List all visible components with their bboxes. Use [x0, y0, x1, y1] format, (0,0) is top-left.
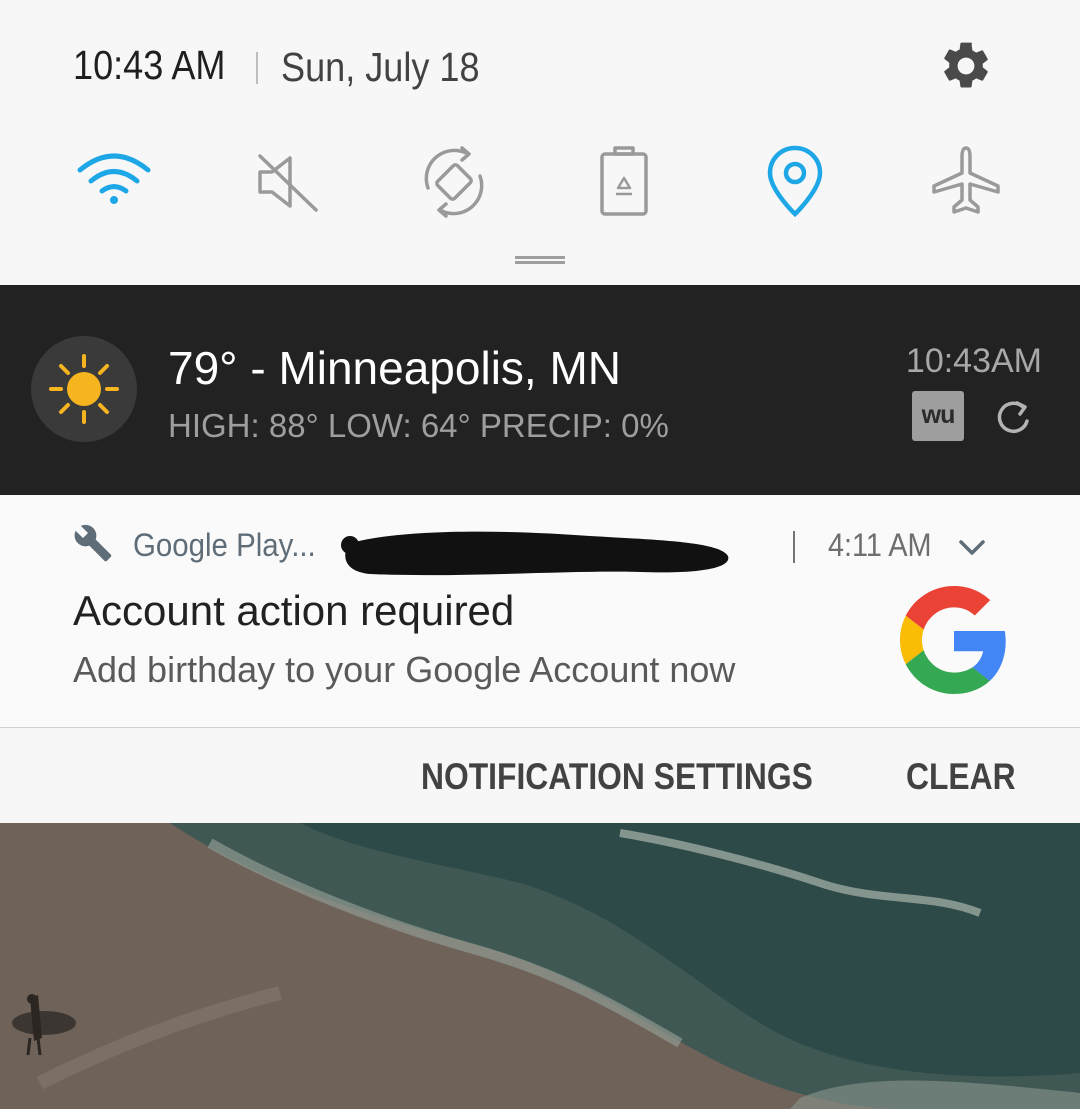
location-icon [767, 145, 823, 218]
weather-widget[interactable]: 79° - Minneapolis, MN HIGH: 88° LOW: 64°… [0, 285, 1080, 495]
battery-saver-icon [600, 146, 648, 216]
redaction-mark [341, 531, 729, 576]
quick-settings-panel: 10:43 AM Sun, July 18 [0, 0, 1080, 285]
status-date: Sun, July 18 [281, 44, 480, 90]
provider-logo-text: wu [921, 401, 956, 429]
notification-settings-button[interactable]: NOTIFICATION SETTINGS [421, 756, 813, 798]
weather-underground-logo: wu [912, 391, 964, 441]
sun-icon [49, 354, 119, 424]
weather-icon-badge [31, 336, 137, 442]
wifi-toggle[interactable] [72, 140, 156, 224]
notification-time: 4:11 AM [828, 527, 932, 563]
google-g-logo [900, 586, 1006, 694]
airplane-icon [932, 146, 1000, 214]
notification-app-name: Google Play... [133, 527, 316, 563]
airplane-mode-toggle[interactable] [924, 140, 1008, 224]
location-toggle[interactable] [753, 140, 837, 224]
notification-header-divider [793, 531, 795, 563]
time-date-divider [256, 52, 258, 84]
refresh-icon[interactable] [993, 397, 1033, 439]
power-saving-toggle[interactable] [582, 140, 666, 224]
status-time: 10:43 AM [73, 42, 226, 88]
clear-button[interactable]: CLEAR [906, 756, 1016, 798]
sound-toggle[interactable] [246, 140, 330, 224]
notification-title: Account action required [73, 587, 515, 634]
wrench-icon [74, 524, 112, 562]
beach-wallpaper-image [0, 823, 1080, 1109]
weather-updated-time: 10:43AM [905, 342, 1042, 380]
chevron-down-icon[interactable] [956, 533, 988, 561]
weather-title: 79° - Minneapolis, MN [168, 342, 622, 394]
wallpaper-background [0, 823, 1080, 1109]
notification-text: Add birthday to your Google Account now [73, 649, 736, 690]
rotate-icon [424, 146, 484, 218]
wifi-icon [77, 153, 151, 204]
settings-gear-icon[interactable] [938, 38, 994, 94]
panel-expand-handle[interactable] [515, 256, 565, 264]
auto-rotate-toggle[interactable] [412, 140, 496, 224]
notification-action-bar: NOTIFICATION SETTINGS CLEAR [0, 727, 1080, 824]
mute-icon [258, 154, 318, 212]
weather-detail: HIGH: 88° LOW: 64° PRECIP: 0% [168, 407, 669, 444]
